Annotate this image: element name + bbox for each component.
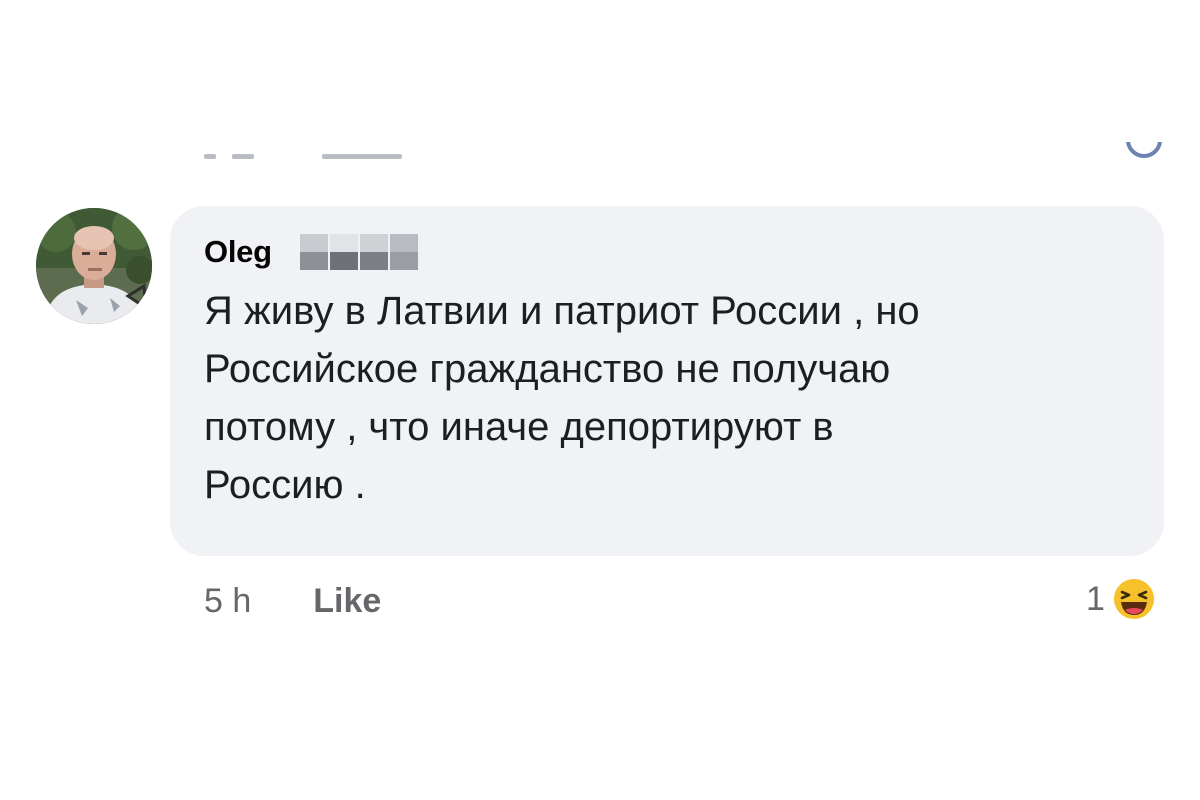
blurred-surname bbox=[299, 234, 418, 270]
previous-comment-reaction-icon bbox=[1126, 142, 1162, 160]
like-button[interactable]: Like bbox=[313, 582, 381, 621]
comment-author-line: Oleg bbox=[204, 226, 1130, 278]
reaction-count: 1 bbox=[1086, 579, 1105, 618]
avatar-photo bbox=[36, 208, 152, 324]
previous-comment-actions bbox=[196, 146, 416, 160]
haha-emoji-icon bbox=[1111, 577, 1156, 621]
comment-actions: 5 h Like bbox=[204, 582, 381, 621]
comment-bubble: Oleg Я живу в Латвии и патриот России , … bbox=[170, 206, 1164, 556]
reaction-summary[interactable]: 1 bbox=[1086, 576, 1157, 622]
author-name[interactable]: Oleg bbox=[204, 234, 272, 270]
comment-text: Я живу в Латвии и патриот России , но Ро… bbox=[204, 289, 920, 507]
comment-timestamp[interactable]: 5 h bbox=[204, 582, 251, 621]
avatar[interactable] bbox=[36, 208, 152, 324]
facebook-comment-screenshot: Oleg Я живу в Латвии и патриот России , … bbox=[0, 0, 1200, 800]
